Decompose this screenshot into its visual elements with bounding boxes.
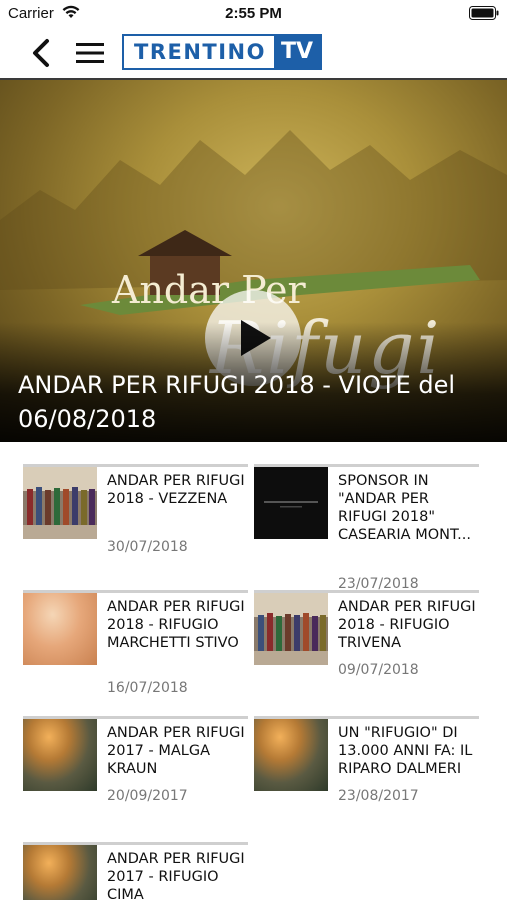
video-date: 16/07/2018: [107, 680, 188, 696]
video-thumbnail: [23, 593, 97, 665]
video-card[interactable]: SPONSOR IN "ANDAR PER RIFUGI 2018" CASEA…: [254, 464, 479, 592]
video-title: ANDAR PER RIFUGI 2018 - RIFUGIO TRIVENA: [338, 599, 476, 651]
video-title: SPONSOR IN "ANDAR PER RIFUGI 2018" CASEA…: [338, 473, 471, 543]
video-grid: ANDAR PER RIFUGI 2018 - VEZZENA 30/07/20…: [0, 442, 507, 900]
video-thumbnail: [23, 719, 97, 791]
video-title: UN "RIFUGIO" DI 13.000 ANNI FA: IL RIPAR…: [338, 725, 473, 777]
logo-tv-badge: TV: [273, 36, 321, 68]
video-title: ANDAR PER RIFUGI 2017 - MALGA KRAUN: [107, 725, 245, 777]
video-card[interactable]: ANDAR PER RIFUGI 2017 - MALGA KRAUN 20/0…: [23, 716, 248, 826]
logo-text: TRENTINO: [134, 40, 266, 64]
video-thumbnail: [23, 467, 97, 539]
chevron-left-icon[interactable]: [30, 38, 52, 68]
video-card[interactable]: ANDAR PER RIFUGI 2017 - RIFUGIO CIMA: [23, 842, 248, 900]
video-card[interactable]: UN "RIFUGIO" DI 13.000 ANNI FA: IL RIPAR…: [254, 716, 479, 826]
video-card[interactable]: ANDAR PER RIFUGI 2018 - RIFUGIO MARCHETT…: [23, 590, 248, 700]
nav-bar: TRENTINO TV: [0, 28, 507, 80]
video-thumbnail: [254, 467, 328, 539]
trentino-tv-logo: TRENTINO TV: [122, 34, 323, 70]
featured-video[interactable]: Andar Per Rifugi ANDAR PER RIFUGI 2018 -…: [0, 80, 507, 442]
status-time: 2:55 PM: [225, 5, 282, 22]
video-date: 23/08/2017: [338, 788, 419, 804]
hamburger-menu-icon[interactable]: [74, 41, 106, 65]
people-thumb-art: [254, 593, 328, 665]
video-card[interactable]: ANDAR PER RIFUGI 2018 - VEZZENA 30/07/20…: [23, 464, 248, 574]
video-thumbnail: [254, 593, 328, 665]
hero-video-title: ANDAR PER RIFUGI 2018 - VIOTE del 06/08/…: [18, 371, 456, 433]
video-card[interactable]: ANDAR PER RIFUGI 2018 - RIFUGIO TRIVENA …: [254, 590, 479, 700]
dark-thumb-art: [254, 467, 328, 539]
video-title: ANDAR PER RIFUGI 2018 - VEZZENA: [107, 473, 245, 507]
status-bar: Carrier 2:55 PM: [0, 0, 507, 28]
video-date: 09/07/2018: [338, 662, 419, 678]
video-date: 20/09/2017: [107, 788, 188, 804]
video-thumbnail: [254, 719, 328, 791]
video-date: 30/07/2018: [107, 539, 188, 555]
people-thumb-art: [23, 467, 97, 539]
battery-icon: [469, 6, 499, 20]
video-title: ANDAR PER RIFUGI 2018 - RIFUGIO MARCHETT…: [107, 599, 245, 651]
video-thumbnail: [23, 845, 97, 900]
video-title: ANDAR PER RIFUGI 2017 - RIFUGIO CIMA: [107, 851, 245, 900]
